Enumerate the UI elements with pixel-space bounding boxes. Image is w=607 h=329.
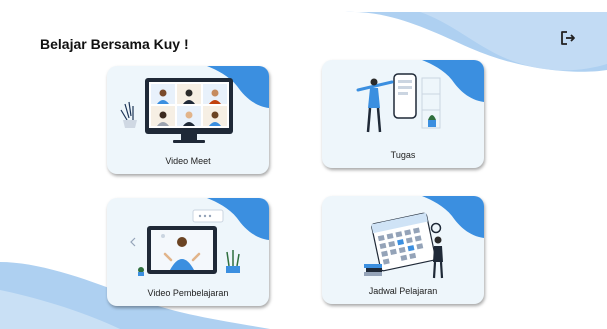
menu-card-jadwal-pelajaran[interactable]: Jadwal Pelajaran (322, 196, 484, 304)
menu-card-tugas[interactable]: Tugas (322, 60, 484, 168)
menu-card-video-pembelajaran[interactable]: Video Pembelajaran (107, 198, 269, 306)
menu-label: Video Pembelajaran (147, 288, 229, 298)
menu-label: Jadwal Pelajaran (368, 286, 438, 296)
page-title: Belajar Bersama Kuy ! (40, 36, 189, 52)
menu-card-video-meet[interactable]: Video Meet (107, 66, 269, 174)
menu-label: Video Meet (165, 156, 211, 166)
logout-icon[interactable] (558, 28, 578, 48)
menu-label: Tugas (390, 150, 416, 160)
